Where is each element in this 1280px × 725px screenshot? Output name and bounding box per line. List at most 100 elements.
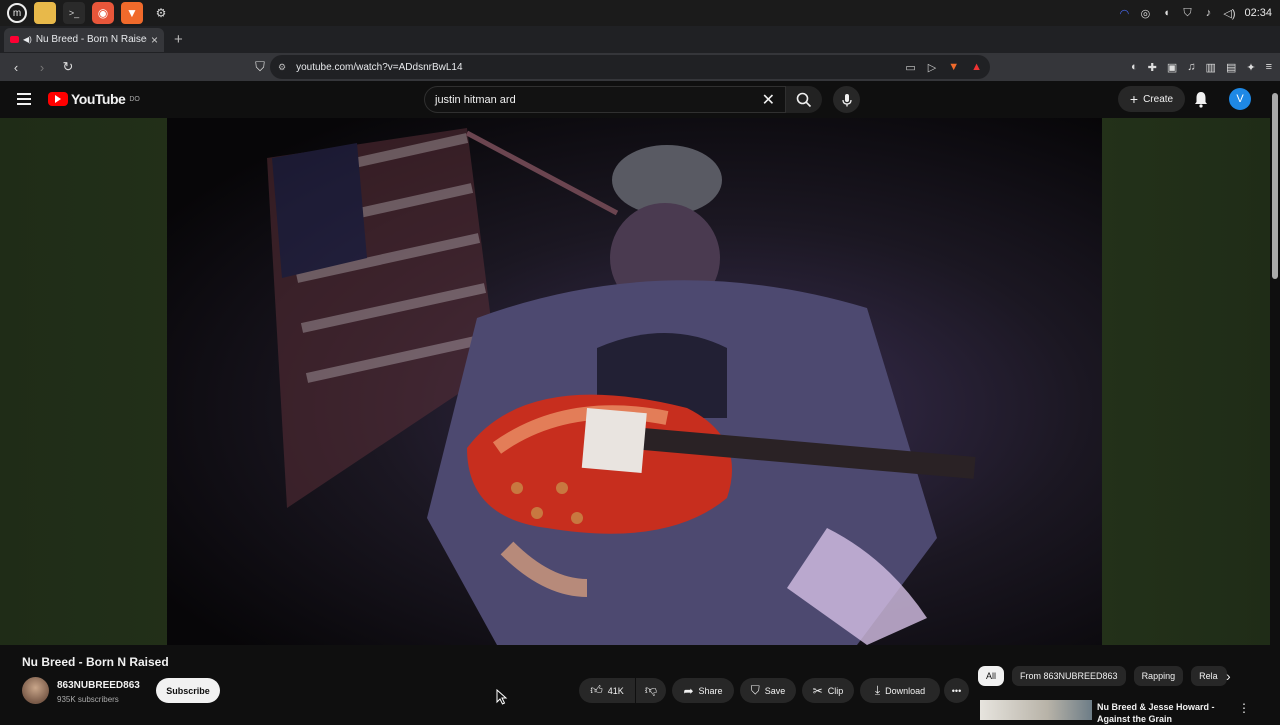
download-icon: ⤓ (874, 683, 881, 697)
subscribe-button[interactable]: Subscribe (156, 678, 220, 703)
extension-icon[interactable]: ◐ (1131, 61, 1138, 73)
sidebar-icon[interactable]: ▥ (1206, 61, 1216, 74)
thumbs-down-icon: 👎︎ (644, 683, 658, 697)
close-tab-icon[interactable]: × (151, 33, 158, 47)
system-tray: ◠ ◎ ◖ ⛉ ♪ ◁) 02:34 (1118, 0, 1272, 26)
wallet-icon[interactable]: ▤ (1226, 61, 1236, 74)
create-label: Create (1143, 93, 1174, 105)
chip-all[interactable]: All (978, 666, 1005, 686)
clip-button[interactable]: ✂ Clip (802, 678, 854, 703)
channel-avatar[interactable] (22, 677, 49, 704)
toolbar: ‹ › ↻ ⛉ ⚙ youtube.com/watch?v=ADdsnrBwL1… (0, 53, 1280, 81)
video-player[interactable] (167, 118, 1102, 645)
chip-from-channel[interactable]: From 863NUBREED863 (1012, 666, 1126, 686)
omnibox[interactable]: ⚙ youtube.com/watch?v=ADdsnrBwL14 ▭ ▷ ▼ … (270, 55, 990, 79)
more-vertical-icon[interactable]: ⋮ (1238, 701, 1250, 715)
clear-search-icon[interactable]: ✕ (762, 90, 775, 110)
reload-icon[interactable]: ↻ (58, 59, 78, 75)
logo-country: DO (129, 95, 140, 103)
firefox-icon[interactable]: ◉ (92, 2, 114, 24)
bookmark-icon[interactable]: ⛉ (250, 59, 270, 75)
chip-related[interactable]: Rela (1191, 666, 1228, 686)
toggle-icon[interactable]: ◖ (1160, 7, 1172, 19)
audio-icon[interactable]: ◀) (23, 35, 32, 44)
search-input[interactable]: justin hitman ard ✕ (424, 86, 786, 113)
tab-active[interactable]: ◀) Nu Breed - Born N Raised × (4, 27, 164, 52)
vpn-icon[interactable]: ◠ (1118, 7, 1130, 20)
brave-shields-icon[interactable]: ▼ (948, 61, 959, 73)
site-info-icon[interactable]: ⚙ (278, 62, 286, 73)
cast-icon[interactable]: ▭ (905, 61, 915, 74)
bell-icon (1195, 92, 1207, 108)
avatar[interactable]: V (1229, 88, 1251, 110)
share-icon: ➦ (683, 683, 694, 698)
shield-icon[interactable]: ⛉ (1181, 7, 1193, 19)
plus-icon: + (1129, 91, 1139, 107)
save-button[interactable]: ⛉ Save (740, 678, 796, 703)
send-icon[interactable]: ▷ (928, 61, 936, 74)
page-scrollbar[interactable] (1270, 81, 1280, 720)
youtube-header: YouTube DO justin hitman ard ✕ + Create … (0, 81, 1280, 118)
related-video-thumbnail[interactable] (980, 700, 1092, 720)
puzzle-icon[interactable]: ✚ (1148, 61, 1157, 74)
mint-menu-icon[interactable]: m (7, 3, 27, 23)
extensions-bar: ◐ ✚ ▣ ♫ ▥ ▤ ✦ ≡ (1131, 53, 1272, 81)
create-button[interactable]: + Create (1118, 86, 1185, 112)
screenshot-icon[interactable]: ▣ (1167, 61, 1177, 74)
more-actions-button[interactable]: ••• (944, 678, 969, 703)
clock[interactable]: 02:34 (1244, 7, 1272, 19)
clip-label: Clip (827, 685, 844, 696)
voice-search-button[interactable] (833, 86, 860, 113)
mic-icon (841, 93, 852, 106)
download-button[interactable]: ⤓ Download (860, 678, 940, 703)
scissors-icon: ✂ (812, 683, 823, 698)
more-horizontal-icon: ••• (951, 685, 962, 696)
related-video-title[interactable]: Nu Breed & Jesse Howard - Against the Gr… (1097, 701, 1222, 725)
search-icon (796, 92, 812, 107)
youtube-play-icon (48, 92, 68, 106)
share-label: Share (698, 685, 723, 696)
dislike-button[interactable]: 👎︎ (636, 678, 666, 703)
chevron-right-icon[interactable]: › (1226, 668, 1231, 684)
channel-name[interactable]: 863NUBREED863 (57, 680, 140, 691)
files-icon[interactable] (34, 2, 56, 24)
brave-icon[interactable]: ▼ (121, 2, 143, 24)
scrollbar-thumb[interactable] (1272, 93, 1278, 279)
forward-icon[interactable]: › (32, 60, 52, 75)
obs-icon[interactable]: ◎ (1139, 7, 1151, 20)
os-taskbar: m >_ ◉ ▼ ⚙ ◠ ◎ ◖ ⛉ ♪ ◁) 02:34 (0, 0, 1280, 26)
settings-icon[interactable]: ⚙ (150, 2, 172, 24)
hamburger-menu-icon[interactable] (17, 93, 31, 105)
back-icon[interactable]: ‹ (6, 60, 26, 75)
logo-text: YouTube (71, 91, 126, 107)
search-value: justin hitman ard (435, 93, 516, 106)
mouse-cursor-icon (496, 689, 508, 705)
like-button[interactable]: 👍︎ 41K (579, 678, 635, 703)
youtube-logo[interactable]: YouTube DO (48, 91, 140, 107)
notification-icon[interactable]: ♪ (1202, 7, 1214, 19)
music-icon[interactable]: ♫ (1187, 61, 1195, 73)
tab-strip: ◀) Nu Breed - Born N Raised × + — ❐ ✕ (0, 26, 1280, 73)
search-button[interactable] (786, 86, 822, 113)
menu-icon[interactable]: ≡ (1266, 61, 1272, 73)
new-tab-icon[interactable]: + (174, 31, 183, 48)
video-title: Nu Breed - Born N Raised (22, 655, 169, 669)
tab-title: Nu Breed - Born N Raised (35, 34, 147, 45)
chip-rapping[interactable]: Rapping (1133, 666, 1184, 686)
download-label: Download (885, 685, 926, 696)
subscriber-count: 935K subscribers (57, 695, 119, 704)
bookmark-save-icon: ⛉ (750, 683, 760, 697)
leo-icon[interactable]: ✦ (1246, 61, 1255, 74)
video-frame (267, 128, 976, 645)
like-count: 41K (607, 685, 624, 696)
volume-icon[interactable]: ◁) (1223, 7, 1235, 20)
terminal-icon[interactable]: >_ (63, 2, 85, 24)
video-info: Nu Breed - Born N Raised 863NUBREED863 9… (0, 645, 1270, 724)
brave-rewards-icon[interactable]: ▲ (971, 61, 982, 73)
youtube-favicon-icon (10, 36, 19, 43)
save-label: Save (764, 685, 786, 696)
notifications-button[interactable] (1193, 90, 1209, 113)
share-button[interactable]: ➦ Share (672, 678, 734, 703)
url-text[interactable]: youtube.com/watch?v=ADdsnrBwL14 (296, 62, 462, 73)
thumbs-up-icon: 👍︎ (590, 683, 603, 697)
